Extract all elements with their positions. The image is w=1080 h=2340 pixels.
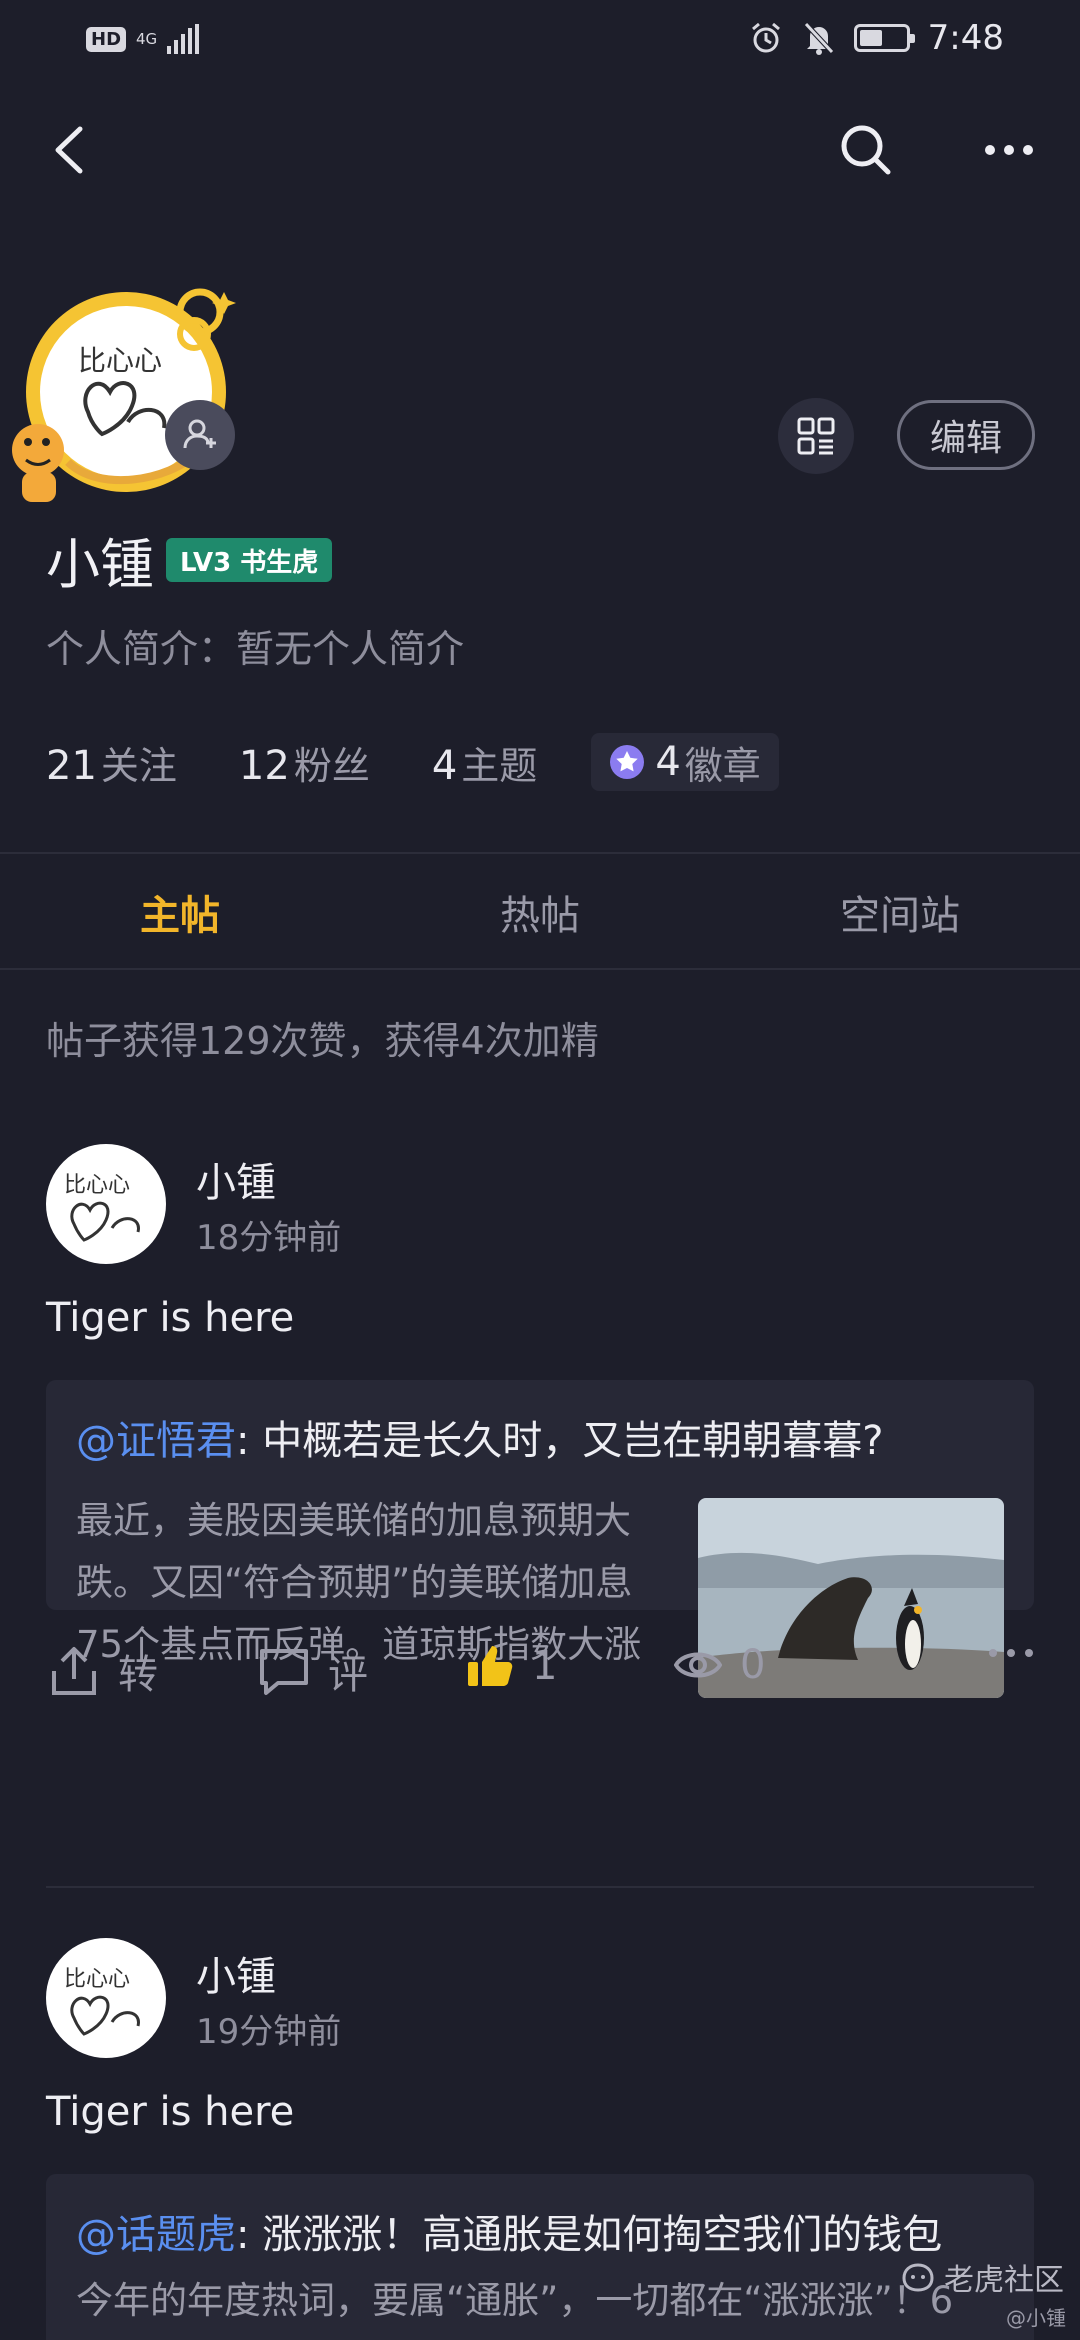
thumbs-up-icon xyxy=(468,1646,513,1686)
top-nav xyxy=(0,110,1080,200)
share-icon xyxy=(52,1647,96,1695)
search-button[interactable] xyxy=(836,120,896,180)
watermark-brand: 老虎社区 xyxy=(944,2263,1064,2298)
chevron-left-icon xyxy=(55,126,83,174)
quoted-article[interactable]: @话题虎: 涨涨涨！高通胀是如何掏空我们的钱包 今年的年度热词，要属“通胀”，一… xyxy=(46,2174,1034,2340)
network-indicators: HD 4G xyxy=(86,24,200,54)
share-label: 转 xyxy=(118,1652,158,1698)
clock: 7:48 xyxy=(927,18,1004,58)
battery-icon xyxy=(853,24,915,52)
signal-icon xyxy=(167,24,200,54)
more-horizontal-icon xyxy=(985,145,1033,155)
comment-icon xyxy=(260,1649,308,1695)
tab-main-posts[interactable]: 主帖 xyxy=(0,856,360,968)
search-icon xyxy=(841,125,891,175)
quoted-article[interactable]: @证悟君: 中概若是长久时，又岂在朝朝暮暮? 最近，美股因美联储的加息预期大跌。… xyxy=(46,1380,1034,1698)
eye-icon xyxy=(674,1652,722,1678)
avatar[interactable]: 比心心 xyxy=(46,1144,166,1264)
article-excerpt: 今年的年度热词，要属“通胀”，一切都在“涨涨涨”！6 xyxy=(76,2279,954,2322)
profile-tabs: 主帖 热帖 空间站 xyxy=(0,856,1080,968)
following-stat[interactable]: 21 关注 xyxy=(46,735,177,790)
network-type: 4G xyxy=(136,29,158,48)
comment-button[interactable]: 评 xyxy=(258,1642,368,1700)
stat-number: 21 xyxy=(46,742,97,789)
qr-code-button[interactable] xyxy=(778,398,854,474)
article-title: @话题虎: 涨涨涨！高通胀是如何掏空我们的钱包 xyxy=(76,2202,942,2260)
stat-label: 关注 xyxy=(100,743,177,788)
view-count: 0 xyxy=(674,1642,765,1688)
avatar[interactable]: 比心心 xyxy=(46,1938,166,2058)
watermark-user: @小锺 xyxy=(1006,2306,1066,2330)
topics-stat[interactable]: 4 主题 xyxy=(432,735,537,790)
profile-bio: 个人简介：暂无个人简介 xyxy=(46,627,465,671)
add-friend-button[interactable] xyxy=(165,400,235,470)
tab-space-station[interactable]: 空间站 xyxy=(720,856,1080,968)
more-button[interactable] xyxy=(976,120,1042,180)
status-right: 7:48 xyxy=(748,18,1004,58)
post-text: Tiger is here xyxy=(46,1295,295,1341)
post-actions: 转 评 1 0 xyxy=(0,1630,1080,1710)
followers-stat[interactable]: 12 粉丝 xyxy=(239,735,370,790)
post-summary: 帖子获得129次赞，获得4次加精 xyxy=(46,1019,599,1063)
divider xyxy=(46,1886,1034,1888)
star-badge-icon xyxy=(610,745,645,779)
post-text: Tiger is here xyxy=(46,2089,295,2135)
post-author[interactable]: 小锺 xyxy=(196,1944,276,2002)
alarm-icon xyxy=(751,22,780,53)
post-author[interactable]: 小锺 xyxy=(196,1150,276,1208)
profile-stats: 21 关注 12 粉丝 4 主题 4 徽章 xyxy=(46,732,779,792)
level-badge[interactable]: LV3 书生虎 xyxy=(166,538,333,582)
post-time: 19分钟前 xyxy=(196,2012,342,2052)
article-title-text: : 涨涨涨！高通胀是如何掏空我们的钱包 xyxy=(236,2212,943,2258)
divider xyxy=(0,968,1080,970)
mute-bell-icon xyxy=(803,22,834,55)
stat-label: 主题 xyxy=(461,743,538,788)
status-bar: HD 4G 7:48 xyxy=(0,0,1080,80)
add-user-icon xyxy=(183,419,216,449)
mention-link[interactable]: @证悟君 xyxy=(76,1418,236,1464)
svg-text:比心心: 比心心 xyxy=(78,344,162,377)
article-title: @证悟君: 中概若是长久时，又岂在朝朝暮暮? xyxy=(76,1408,883,1466)
divider xyxy=(0,852,1080,854)
stat-number: 12 xyxy=(238,742,290,789)
svg-text:比心心: 比心心 xyxy=(64,1967,130,1992)
stat-number: 4 xyxy=(431,742,458,789)
comment-label: 评 xyxy=(328,1652,368,1698)
tiger-logo-icon xyxy=(902,2263,934,2292)
view-count-number: 0 xyxy=(740,1642,766,1688)
username: 小锺 xyxy=(46,533,154,596)
share-button[interactable]: 转 xyxy=(48,1642,158,1700)
like-count: 1 xyxy=(532,1643,558,1689)
post-more-button[interactable] xyxy=(988,1648,1052,1658)
badge-label: 徽章 xyxy=(684,743,761,788)
avatar-frame-image: 比心心 xyxy=(12,288,236,502)
community-watermark: 老虎社区 xyxy=(900,2255,1064,2299)
tab-hot-posts[interactable]: 热帖 xyxy=(360,856,720,968)
edit-profile-button[interactable]: 编辑 xyxy=(897,400,1035,470)
svg-text:比心心: 比心心 xyxy=(64,1173,130,1198)
badges-chip[interactable]: 4 徽章 xyxy=(591,733,779,791)
like-button[interactable]: 1 xyxy=(466,1642,557,1690)
stat-label: 粉丝 xyxy=(293,743,370,788)
badge-count: 4 xyxy=(655,739,681,785)
back-button[interactable] xyxy=(40,120,100,180)
more-horizontal-icon xyxy=(989,1649,1033,1657)
article-title-text: : 中概若是长久时，又岂在朝朝暮暮? xyxy=(236,1418,884,1464)
post-time: 18分钟前 xyxy=(196,1218,342,1258)
hd-badge: HD xyxy=(86,26,127,52)
qr-code-icon xyxy=(797,417,835,455)
mention-link[interactable]: @话题虎 xyxy=(76,2212,236,2258)
